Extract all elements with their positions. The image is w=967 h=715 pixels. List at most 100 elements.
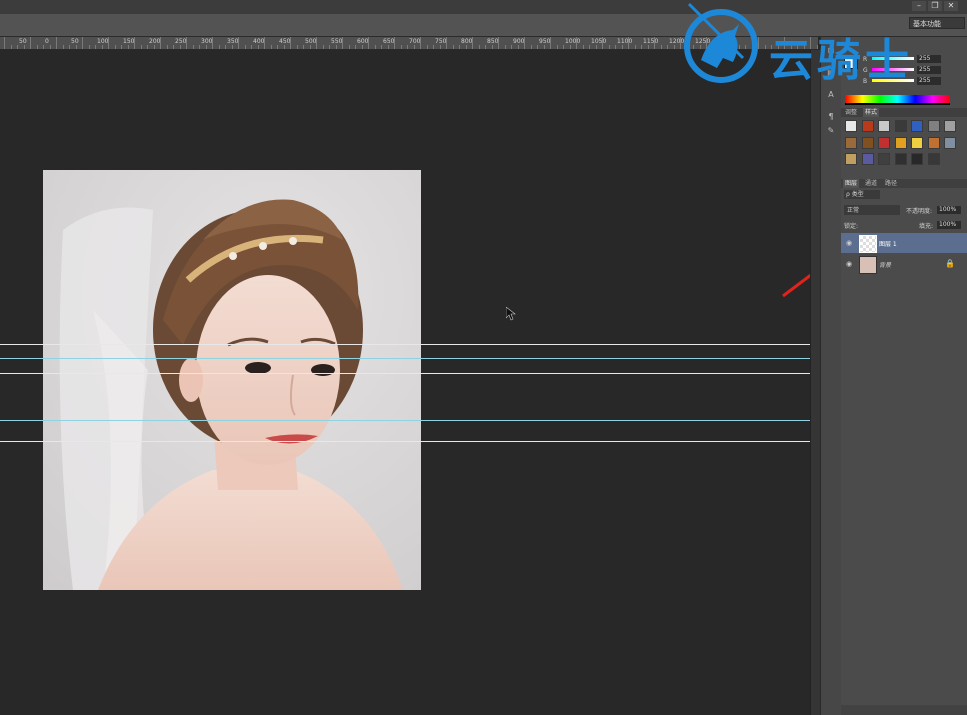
fill-field[interactable]: 100% <box>937 221 961 229</box>
ruler-tick <box>459 45 460 49</box>
tab-adjustments[interactable]: 调整 <box>843 108 859 117</box>
ruler-tick <box>355 45 356 49</box>
ruler-tick <box>589 45 590 49</box>
paragraph-icon[interactable]: ¶ <box>825 111 837 123</box>
style-swatch[interactable] <box>894 120 907 132</box>
ruler-tick <box>556 45 558 49</box>
blend-mode-label: 正常 <box>847 207 860 214</box>
ruler-tick <box>88 45 90 49</box>
blend-mode-select[interactable]: 正常 <box>844 205 900 215</box>
ruler-tick <box>400 45 402 49</box>
style-swatch[interactable] <box>927 120 940 132</box>
ruler-label: 1200 <box>669 38 685 45</box>
ruler-tick <box>413 45 415 49</box>
opacity-field[interactable]: 100% <box>937 206 961 214</box>
ruler-tick <box>277 45 278 49</box>
ruler-label: 950 <box>539 38 551 45</box>
ruler-tick <box>56 37 57 49</box>
ruler-tick <box>10 45 12 49</box>
ruler-tick <box>62 45 64 49</box>
ruler-label: 1050 <box>591 38 607 45</box>
tab-channels[interactable]: 通道 <box>863 179 879 188</box>
ruler-tick <box>491 45 493 49</box>
style-swatch[interactable] <box>927 153 940 165</box>
ruler-tick <box>322 45 324 49</box>
layer-thumbnail <box>859 235 877 253</box>
layer-filter-label: 类型 <box>851 191 864 198</box>
guide-line[interactable] <box>0 344 810 345</box>
ruler-tick <box>23 45 25 49</box>
style-swatch[interactable] <box>861 120 874 132</box>
style-swatch[interactable] <box>944 120 956 132</box>
brush-icon[interactable]: ✎ <box>825 125 837 137</box>
ruler-tick <box>218 45 220 49</box>
style-swatch[interactable] <box>878 136 890 149</box>
panels-column: R 255 G 255 B 255 调整 样式 图层 通道 路径 ρ 类型 正常 不透明度… <box>841 37 967 715</box>
style-swatch[interactable] <box>861 136 874 149</box>
style-swatch[interactable] <box>927 136 940 149</box>
vertical-scrollbar[interactable] <box>810 50 820 715</box>
color-spectrum[interactable] <box>845 95 950 105</box>
layer-row[interactable]: ◉ 背景 🔒 <box>841 254 967 274</box>
tab-styles[interactable]: 样式 <box>863 108 880 117</box>
ruler-tick <box>582 45 584 49</box>
style-swatch[interactable] <box>845 153 857 165</box>
lock-icon: 🔒 <box>945 259 955 268</box>
ruler-tick <box>361 45 363 49</box>
ruler-tick <box>82 37 83 49</box>
visibility-eye-icon[interactable]: ◉ <box>846 260 852 268</box>
ruler-tick <box>485 45 486 49</box>
knight-logo-icon <box>684 2 758 83</box>
ruler-tick <box>140 45 142 49</box>
ruler-label: 100 <box>97 38 109 45</box>
ruler-tick <box>387 45 389 49</box>
style-swatch[interactable] <box>944 136 956 149</box>
ruler-label: 600 <box>357 38 369 45</box>
ruler-tick <box>296 45 298 49</box>
style-swatch[interactable] <box>911 136 923 149</box>
style-swatch[interactable] <box>911 120 923 132</box>
visibility-eye-icon[interactable]: ◉ <box>846 239 852 247</box>
guide-line[interactable] <box>0 441 810 442</box>
style-swatch[interactable] <box>878 153 890 165</box>
ruler-label: 0 <box>45 38 49 45</box>
style-swatch[interactable] <box>894 153 907 165</box>
ruler-tick <box>127 45 129 49</box>
character-icon[interactable]: A <box>825 89 837 101</box>
ruler-tick <box>192 45 194 49</box>
ruler-label: 650 <box>383 38 395 45</box>
style-swatch[interactable] <box>845 120 857 132</box>
styles-panel-header: 调整 样式 <box>841 108 967 117</box>
style-swatch[interactable] <box>894 136 907 149</box>
ruler-tick <box>329 45 330 49</box>
guide-line[interactable] <box>0 358 810 359</box>
ruler-tick <box>17 45 18 49</box>
ruler-tick <box>660 45 662 49</box>
ruler-label: 500 <box>305 38 317 45</box>
tab-layers[interactable]: 图层 <box>843 179 860 188</box>
ruler-label: 300 <box>201 38 213 45</box>
tab-paths[interactable]: 路径 <box>883 179 899 188</box>
guide-line[interactable] <box>0 420 810 421</box>
ruler-tick <box>621 45 623 49</box>
style-swatch[interactable] <box>911 153 923 165</box>
ruler-tick <box>511 45 512 49</box>
ruler-tick <box>36 45 38 49</box>
ruler-tick <box>75 45 77 49</box>
style-swatch[interactable] <box>878 120 890 132</box>
ruler-label: 800 <box>461 38 473 45</box>
ruler-tick <box>114 45 116 49</box>
ruler-label: 150 <box>123 38 135 45</box>
watermark-text: 云骑士 <box>769 35 913 86</box>
style-swatch[interactable] <box>845 136 857 149</box>
layer-row[interactable]: ◉ 图层 1 <box>841 233 967 253</box>
ruler-tick <box>478 45 480 49</box>
guide-line[interactable] <box>0 373 810 374</box>
style-swatch[interactable] <box>861 153 874 165</box>
layer-filter-select[interactable]: ρ 类型 <box>844 190 880 199</box>
ruler-label: 1100 <box>617 38 633 45</box>
ruler-tick <box>303 45 304 49</box>
ruler-tick <box>244 45 246 49</box>
document-canvas[interactable] <box>43 170 421 590</box>
ruler-tick <box>199 45 200 49</box>
